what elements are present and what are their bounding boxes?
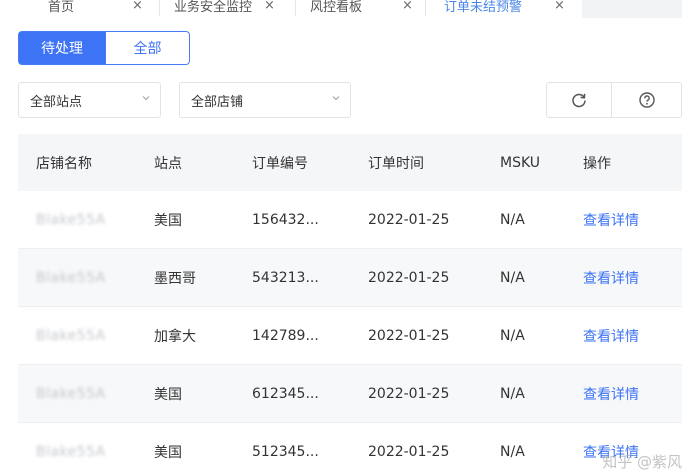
site-select-value: 全部站点 <box>30 94 83 110</box>
msku: N/A <box>500 385 525 402</box>
table-header: 店铺名称 站点 订单编号 订单时间 MSKU 操作 <box>18 134 682 191</box>
tab-risk-board[interactable]: 风控看板 × <box>296 0 426 16</box>
header-msku: MSKU <box>500 154 541 171</box>
tab-home[interactable]: 首页 × <box>0 0 160 16</box>
tab-label: 业务安全监控 <box>174 0 253 15</box>
tab-label: 订单未结预警 <box>444 0 523 15</box>
order-no: 156432... <box>252 211 319 228</box>
pending-button[interactable]: 待处理 <box>18 31 106 65</box>
view-details-link[interactable]: 查看详情 <box>583 210 639 230</box>
order-time: 2022-01-25 <box>368 443 450 460</box>
refresh-icon <box>572 93 586 108</box>
order-time: 2022-01-25 <box>368 327 450 344</box>
close-icon[interactable]: × <box>554 0 565 13</box>
store-select[interactable]: 全部店铺 <box>179 82 351 118</box>
question-circle-icon <box>638 92 655 108</box>
site-select[interactable]: 全部站点 <box>18 82 161 118</box>
site: 美国 <box>154 386 182 403</box>
watermark: 知乎 @紫风 <box>602 453 682 470</box>
header-order-time: 订单时间 <box>368 155 424 172</box>
close-icon[interactable]: × <box>264 0 275 13</box>
msku: N/A <box>500 269 525 286</box>
view-details-link[interactable]: 查看详情 <box>583 326 639 346</box>
chevron-down-icon <box>332 96 340 101</box>
close-icon[interactable]: × <box>402 0 413 13</box>
tab-label: 首页 <box>48 0 75 15</box>
site: 墨西哥 <box>154 270 196 287</box>
site: 美国 <box>154 444 182 461</box>
tab-strip: 首页 × 业务安全监控 × 风控看板 × 订单未结预警 × <box>0 0 700 18</box>
store-name: Blake55A <box>36 211 106 228</box>
msku: N/A <box>500 211 525 228</box>
view-details-link[interactable]: 查看详情 <box>583 268 639 288</box>
table-row: Blake55A 加拿大 142789... 2022-01-25 N/A 查看… <box>18 307 682 365</box>
table-row: Blake55A 美国 512345... 2022-01-25 N/A 查看详… <box>18 423 682 470</box>
store-name: Blake55A <box>36 327 106 344</box>
header-store: 店铺名称 <box>36 155 92 172</box>
store-name: Blake55A <box>36 385 106 402</box>
tab-security-monitor[interactable]: 业务安全监控 × <box>160 0 296 16</box>
chevron-down-icon <box>142 96 150 101</box>
header-order-no: 订单编号 <box>252 155 308 172</box>
store-name: Blake55A <box>36 269 106 286</box>
table-row: Blake55A 美国 156432... 2022-01-25 N/A 查看详… <box>18 191 682 249</box>
site: 美国 <box>154 212 182 229</box>
order-no: 612345... <box>252 385 319 402</box>
order-time: 2022-01-25 <box>368 211 450 228</box>
help-button[interactable] <box>611 82 682 118</box>
msku: N/A <box>500 443 525 460</box>
header-site: 站点 <box>154 155 182 172</box>
table-row: Blake55A 墨西哥 543213... 2022-01-25 N/A 查看… <box>18 249 682 307</box>
tab-strip-spacer <box>582 0 682 18</box>
status-segment: 待处理 全部 <box>18 31 190 65</box>
order-table: 店铺名称 站点 订单编号 订单时间 MSKU 操作 Blake55A 美国 15… <box>18 134 682 470</box>
refresh-button[interactable] <box>546 82 612 118</box>
store-select-value: 全部店铺 <box>191 94 244 110</box>
tab-label: 风控看板 <box>310 0 363 15</box>
order-time: 2022-01-25 <box>368 385 450 402</box>
all-button[interactable]: 全部 <box>106 31 190 65</box>
tab-order-alert[interactable]: 订单未结预警 × <box>426 0 576 16</box>
close-icon[interactable]: × <box>132 0 143 13</box>
site: 加拿大 <box>154 328 196 345</box>
store-name: Blake55A <box>36 443 106 460</box>
header-action: 操作 <box>583 155 611 172</box>
order-no: 543213... <box>252 269 319 286</box>
msku: N/A <box>500 327 525 344</box>
table-row: Blake55A 美国 612345... 2022-01-25 N/A 查看详… <box>18 365 682 423</box>
order-no: 512345... <box>252 443 319 460</box>
order-no: 142789... <box>252 327 319 344</box>
view-details-link[interactable]: 查看详情 <box>583 384 639 404</box>
order-time: 2022-01-25 <box>368 269 450 286</box>
